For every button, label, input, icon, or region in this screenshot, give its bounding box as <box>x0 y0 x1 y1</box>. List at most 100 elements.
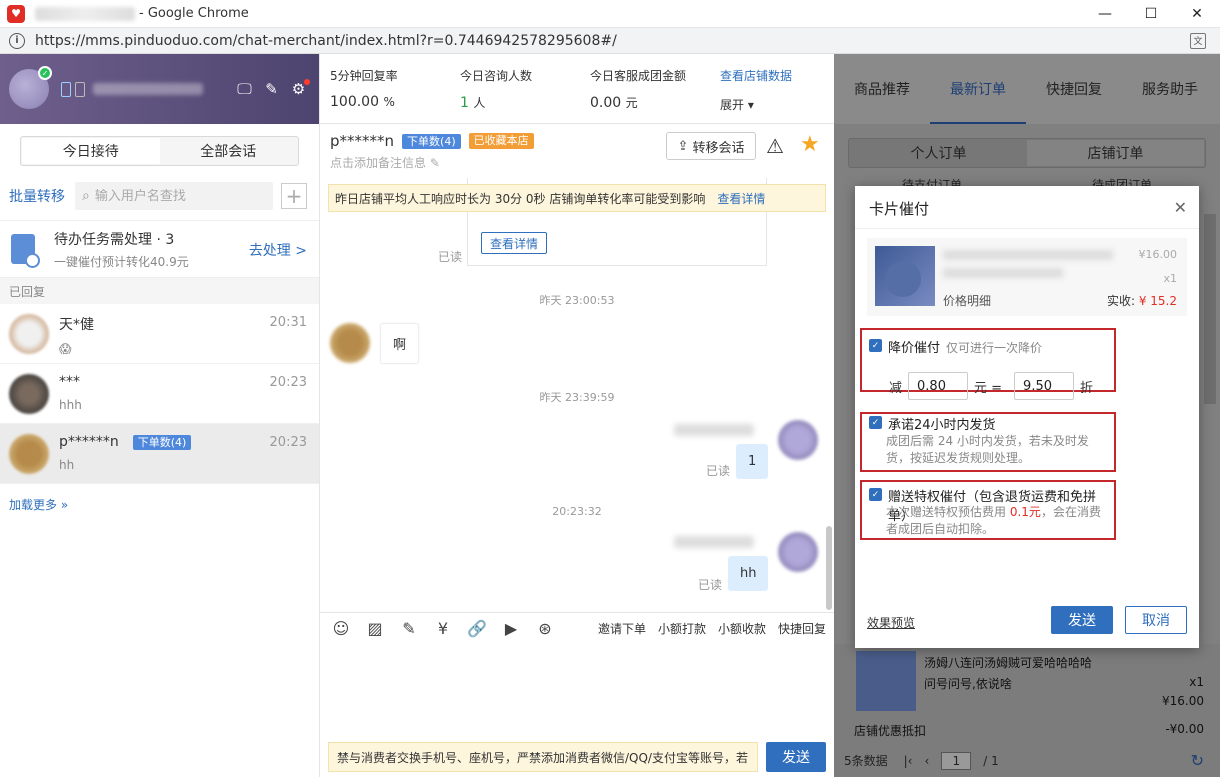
merchant-avatar <box>778 532 818 572</box>
price-detail-label[interactable]: 价格明细 <box>943 292 991 309</box>
send-button[interactable]: 发送 <box>1051 606 1113 634</box>
emoji-icon[interactable]: ☺ <box>324 619 358 638</box>
expand-toggle[interactable]: 展开 ▾ <box>720 96 810 113</box>
actual-received: 实收: ¥ 15.2 <box>1106 294 1177 308</box>
order-edit-icon[interactable]: ✎ <box>392 619 426 638</box>
load-more-link[interactable]: 加载更多 » <box>9 496 319 513</box>
checkbox-privilege-gift[interactable]: ✓ <box>869 488 882 501</box>
todo-title: 待办任务需处理 · 3 <box>54 231 175 248</box>
close-icon[interactable]: ✕ <box>1174 198 1187 217</box>
customer-name: p******n <box>330 132 395 150</box>
conversation-preview: hhh <box>59 398 82 412</box>
checkbox-price-reduction[interactable]: ✓ <box>869 339 882 352</box>
phone-device-icon <box>75 81 85 97</box>
tab-today[interactable]: 今日接待 <box>22 138 160 164</box>
message-list[interactable]: 查看详情 已读 昨天 23:00:53 啊 昨天 23:39:59 1 已读 2… <box>320 178 834 612</box>
search-input[interactable] <box>94 188 255 204</box>
option-privilege-gift: ✓ 赠送特权催付（包含退货运费和免拼单） 本次赠送特权预估费用 0.1元，会在消… <box>860 480 1116 540</box>
image-icon[interactable]: ▨ <box>358 619 392 638</box>
discount-rate-input[interactable]: 9.50 <box>1014 372 1075 400</box>
timestamp: 20:23:32 <box>552 505 602 518</box>
section-label-replied: 已回复 <box>0 278 319 304</box>
product-title: 汤姆八连问汤姆贼可爱哈哈哈哈 <box>924 656 1093 670</box>
read-status: 已读 <box>438 250 463 264</box>
link-icon[interactable]: 🔗 <box>460 619 494 638</box>
tab-quick-reply[interactable]: 快捷回复 <box>1026 54 1122 124</box>
address-bar[interactable]: i https://mms.pinduoduo.com/chat-merchan… <box>0 28 1220 54</box>
url-text[interactable]: https://mms.pinduoduo.com/chat-merchant/… <box>35 33 617 49</box>
chat-header: p******n 下单数(4) 已收藏本店 点击添加备注信息 ✎ ⇪ 转移会话 ⚠… <box>320 124 834 178</box>
page-total: / 1 <box>983 753 999 768</box>
view-detail-button[interactable]: 查看详情 <box>481 232 547 254</box>
tab-personal-orders[interactable]: 个人订单 <box>850 140 1027 166</box>
payment-icon[interactable]: ⊛ <box>528 619 562 638</box>
avatar[interactable]: ✓ <box>9 66 52 109</box>
prev-page-icon[interactable]: ‹ <box>924 754 929 768</box>
maximize-icon[interactable]: ☐ <box>1128 0 1174 28</box>
window-title: - Google Chrome <box>139 6 249 21</box>
transfer-conversation-button[interactable]: ⇪ 转移会话 <box>666 132 756 160</box>
small-collect-button[interactable]: 小额收款 <box>718 620 766 637</box>
conversation-item-selected[interactable]: p******n 下单数(4) hh 20:23 <box>0 424 319 484</box>
order-item: 汤姆八连问汤姆贼可爱哈哈哈哈 问号问号,依说啥 x1 ¥16.00 店铺优惠抵扣… <box>834 644 1220 744</box>
add-note-link[interactable]: 点击添加备注信息 ✎ <box>330 154 440 171</box>
conversation-time: 20:31 <box>269 315 307 330</box>
blurred-sender <box>674 536 754 548</box>
stat-group-amount: 今日客服成团金额 0.00 元 <box>590 69 687 111</box>
checkbox-24h-shipping[interactable]: ✓ <box>869 416 882 429</box>
warning-icon[interactable]: ⚠ <box>766 134 784 158</box>
tab-service-assistant[interactable]: 服务助手 <box>1122 54 1218 124</box>
first-page-icon[interactable]: |‹ <box>904 754 913 768</box>
discount-label: 店铺优惠抵扣 <box>854 724 927 738</box>
tab-product-recommend[interactable]: 商品推荐 <box>834 54 930 124</box>
star-icon[interactable]: ★ <box>800 132 820 157</box>
close-icon[interactable]: ✕ <box>1174 0 1220 28</box>
product-price: ¥16.00 <box>1138 248 1178 261</box>
conversation-item[interactable]: *** hhh 20:23 <box>0 364 319 424</box>
page-input[interactable]: 1 <box>941 751 972 770</box>
reduce-amount-input[interactable]: 0.80 <box>908 372 969 400</box>
tab-latest-orders[interactable]: 最新订单 <box>930 54 1026 124</box>
cancel-button[interactable]: 取消 <box>1125 606 1187 634</box>
notice-detail-link[interactable]: 查看详情 <box>717 190 765 207</box>
coupon-icon[interactable]: ¥ <box>426 619 460 638</box>
info-icon[interactable]: i <box>9 32 25 49</box>
favorited-badge: 已收藏本店 <box>468 133 534 149</box>
gear-icon[interactable]: ⚙ <box>290 78 310 98</box>
customer-avatar <box>330 323 370 363</box>
quick-reply-button[interactable]: 快捷回复 <box>778 620 826 637</box>
stat-consult-count: 今日咨询人数 1 人 <box>460 69 533 111</box>
stats-bar: 5分钟回复率 100.00 % 今日咨询人数 1 人 今日客服成团金额 0.00… <box>320 54 834 124</box>
product-price: ¥16.00 <box>1162 694 1204 708</box>
pagination: 5条数据 |‹ ‹ 1 / 1 ↻ <box>834 744 1220 777</box>
minimize-icon[interactable]: — <box>1082 0 1128 28</box>
batch-transfer-link[interactable]: 批量转移 <box>9 186 65 206</box>
todo-banner[interactable]: 待办任务需处理 · 3 一键催付预计转化40.9元 去处理 > <box>0 220 319 278</box>
blurred-product-spec <box>943 268 1063 278</box>
view-shop-data-link[interactable]: 查看店铺数据 <box>720 67 810 84</box>
monitor-icon[interactable]: 🖵 <box>236 80 253 98</box>
chat-scrollbar[interactable] <box>826 526 832 610</box>
effect-preview-link[interactable]: 效果预览 <box>867 614 915 631</box>
video-icon[interactable]: ▶ <box>494 619 528 638</box>
refresh-icon[interactable]: ↻ <box>1191 751 1204 770</box>
online-check-icon: ✓ <box>38 66 52 80</box>
message-input-warning[interactable]: 禁与消费者交换手机号、座机号，严禁添加消费者微信/QQ/支付宝等账号，若 <box>328 742 758 772</box>
tab-shop-orders[interactable]: 店铺订单 <box>1027 140 1204 166</box>
right-scrollbar[interactable] <box>1204 214 1216 404</box>
add-button[interactable]: + <box>281 183 307 209</box>
stat-reply-rate: 5分钟回复率 100.00 % <box>330 69 398 110</box>
response-time-notice: 昨日店铺平均人工响应时长为 30分 0秒 店铺询单转化率可能受到影响 查看详情 <box>328 184 826 212</box>
product-thumbnail <box>875 246 935 306</box>
small-payout-button[interactable]: 小额打款 <box>658 620 706 637</box>
stat-links: 查看店铺数据 展开 ▾ <box>710 54 810 123</box>
task-document-icon <box>11 234 40 268</box>
send-message-button[interactable]: 发送 <box>766 742 826 772</box>
edit-icon[interactable]: ✎ <box>263 80 280 98</box>
invite-order-button[interactable]: 邀请下单 <box>598 620 646 637</box>
translate-icon[interactable]: 文 <box>1190 32 1206 49</box>
tab-all-conversations[interactable]: 全部会话 <box>160 138 298 164</box>
todo-action-link[interactable]: 去处理 > <box>249 240 307 260</box>
conversation-item[interactable]: 天*健 😱 20:31 <box>0 304 319 364</box>
read-status: 已读 <box>706 464 731 478</box>
